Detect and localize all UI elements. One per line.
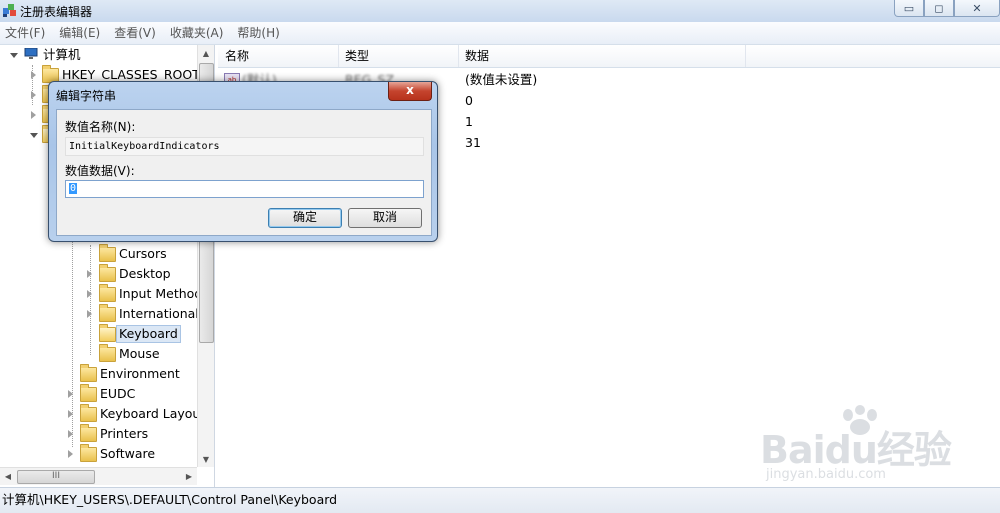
tree-node-label: 计算机 [43,47,81,62]
tree-node-computer[interactable]: 计算机 [0,45,200,65]
tree-node-label: Software [100,446,156,461]
folder-icon [80,384,97,402]
tree-node-label: Desktop [119,266,171,281]
edit-string-dialog: 编辑字符串 x 数值名称(N): InitialKeyboardIndicato… [48,81,438,242]
value-data: 31 [465,135,481,150]
tree-node-software[interactable]: Software [0,444,200,464]
collapse-arrow-icon[interactable] [10,53,18,58]
value-data-text: 0 [69,183,78,194]
menu-help[interactable]: 帮助(H) [230,22,286,44]
tree-node-label: Environment [100,366,180,381]
scroll-right-arrow-icon[interactable]: ▶ [181,468,197,485]
expand-arrow-icon[interactable] [31,91,36,99]
scroll-thumb[interactable]: III [17,470,95,484]
tree-node-label: EUDC [100,386,136,401]
menu-file[interactable]: 文件(F) [0,22,52,44]
folder-icon [99,284,116,302]
scroll-up-arrow-icon[interactable]: ▲ [198,45,214,61]
scroll-down-arrow-icon[interactable]: ▼ [198,451,214,467]
ok-button[interactable]: 确定 [268,208,342,228]
expand-arrow-icon[interactable] [68,430,73,438]
tree-node-label: Keyboard Layout [100,406,206,421]
expand-arrow-icon[interactable] [87,290,92,298]
expand-arrow-icon[interactable] [31,111,36,119]
menu-bar: 文件(F) 编辑(E) 查看(V) 收藏夹(A) 帮助(H) [0,22,1000,45]
expand-arrow-icon[interactable] [87,270,92,278]
folder-icon [99,324,116,342]
menu-edit[interactable]: 编辑(E) [52,22,107,44]
tree-node-label: Mouse [119,346,160,361]
folder-icon [80,444,97,462]
tree-node-printers[interactable]: Printers [0,424,200,444]
value-data: 1 [465,114,473,129]
value-data-input[interactable]: 0 [65,180,424,198]
folder-icon [80,364,97,382]
close-icon: x [406,83,414,97]
maximize-button[interactable]: ◻ [924,0,954,17]
tree-node-keyboard[interactable]: Keyboard [0,324,200,344]
column-header-type[interactable]: 类型 [338,45,459,67]
folder-icon [99,304,116,322]
baidu-watermark: Baidu经验 jingyan.baidu.com [760,405,990,485]
regedit-app-icon [3,4,16,17]
minimize-icon: ▭ [903,1,915,15]
value-data-label: 数值数据(V): [65,164,135,178]
folder-icon [99,344,116,362]
menu-favorites[interactable]: 收藏夹(A) [163,22,231,44]
tree-node-keyboard-layout[interactable]: Keyboard Layout [0,404,205,424]
minimize-button[interactable]: ▭ [894,0,924,17]
folder-icon [99,244,116,262]
dialog-body: 数值名称(N): InitialKeyboardIndicators 数值数据(… [56,109,432,236]
tree-node-label: Keyboard [116,325,181,343]
computer-icon [24,48,38,59]
list-header: 名称 类型 数据 [218,45,1000,68]
expand-arrow-icon[interactable] [68,410,73,418]
value-name-label: 数值名称(N): [65,120,136,134]
tree-node-label: Input Method [119,286,203,301]
tree-node-international[interactable]: International [0,304,200,324]
window-title: 注册表编辑器 [20,5,93,19]
tree-node-environment[interactable]: Environment [0,364,200,384]
folder-icon [80,404,97,422]
tree-node-cursors[interactable]: Cursors [0,244,200,264]
expand-arrow-icon[interactable] [31,71,36,79]
watermark-brand: Baidu经验 [760,428,952,472]
tree-node-desktop[interactable]: Desktop [0,264,200,284]
value-data: 0 [465,93,473,108]
close-button[interactable]: ✕ [954,0,1000,17]
value-name-field[interactable]: InitialKeyboardIndicators [65,137,424,156]
window-controls: ▭ ◻ ✕ [894,0,1000,18]
title-bar: 注册表编辑器 ▭ ◻ ✕ [0,0,1000,22]
folder-icon [99,264,116,282]
expand-arrow-icon[interactable] [87,310,92,318]
expand-arrow-icon[interactable] [68,450,73,458]
expand-arrow-icon[interactable] [68,390,73,398]
tree-horizontal-scrollbar[interactable]: ◀ III ▶ [0,467,197,485]
menu-view[interactable]: 查看(V) [107,22,163,44]
column-header-name[interactable]: 名称 [218,45,339,67]
tree-node-mouse[interactable]: Mouse [0,344,200,364]
column-header-data[interactable]: 数据 [458,45,746,67]
cancel-button[interactable]: 取消 [348,208,422,228]
tree-node-label: Cursors [119,246,167,261]
folder-icon [80,424,97,442]
dialog-close-button[interactable]: x [388,82,432,101]
tree-node-label: International [119,306,199,321]
scroll-left-arrow-icon[interactable]: ◀ [0,468,16,485]
restore-icon: ◻ [934,1,944,15]
value-data: (数值未设置) [465,72,538,87]
collapse-arrow-icon[interactable] [30,133,38,138]
tree-node-label: Printers [100,426,149,441]
tree-node-eudc[interactable]: EUDC [0,384,200,404]
status-bar-path: 计算机\HKEY_USERS\.DEFAULT\Control Panel\Ke… [0,487,1000,513]
watermark-url: jingyan.baidu.com [766,467,886,482]
tree-node-input-method[interactable]: Input Method [0,284,203,304]
dialog-title: 编辑字符串 [56,89,117,103]
close-icon: ✕ [972,1,982,15]
